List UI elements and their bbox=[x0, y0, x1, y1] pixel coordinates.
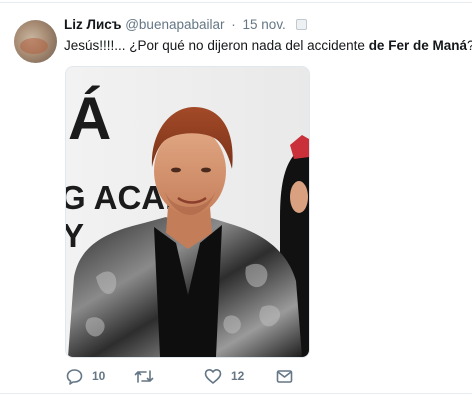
message-icon[interactable] bbox=[276, 368, 293, 385]
message-action[interactable] bbox=[276, 365, 293, 387]
reply-count: 10 bbox=[92, 369, 106, 383]
tweet-card: Liz Лисъ @buenapabailar · 15 nov. Jesús!… bbox=[0, 0, 472, 400]
divider bbox=[0, 2, 472, 3]
tweet-header: Liz Лисъ @buenapabailar · 15 nov. bbox=[64, 16, 307, 34]
avatar[interactable] bbox=[14, 20, 57, 63]
chevron-down-icon[interactable] bbox=[295, 18, 307, 30]
backdrop-letter: Á bbox=[68, 85, 111, 152]
tweet-date[interactable]: 15 nov. bbox=[243, 17, 286, 32]
author-name[interactable]: Liz Лисъ bbox=[64, 17, 121, 32]
tweet-text-end: ? bbox=[467, 38, 472, 53]
retweet-icon[interactable] bbox=[134, 368, 154, 385]
backdrop-letter: Y bbox=[66, 217, 84, 254]
reply-action[interactable]: 10 bbox=[66, 365, 105, 387]
like-icon[interactable] bbox=[204, 368, 222, 385]
separator-dot: · bbox=[231, 17, 236, 32]
author-handle[interactable]: @buenapabailar bbox=[125, 17, 224, 32]
like-count: 12 bbox=[231, 369, 245, 383]
tweet-text-start: Jesús!!!!... ¿Por qué no dijeron nada de… bbox=[64, 38, 369, 53]
tweet-text: Jesús!!!!... ¿Por qué no dijeron nada de… bbox=[64, 36, 472, 56]
tweet-actions: 10 12 bbox=[64, 365, 364, 387]
like-action[interactable]: 12 bbox=[204, 365, 244, 387]
retweet-action[interactable] bbox=[134, 365, 163, 387]
reply-icon[interactable] bbox=[66, 368, 83, 385]
tweet-text-bold: de Fer de Maná bbox=[368, 38, 467, 53]
tweet-photo[interactable]: Á G ACAD Y bbox=[65, 66, 310, 358]
divider bbox=[0, 393, 472, 394]
